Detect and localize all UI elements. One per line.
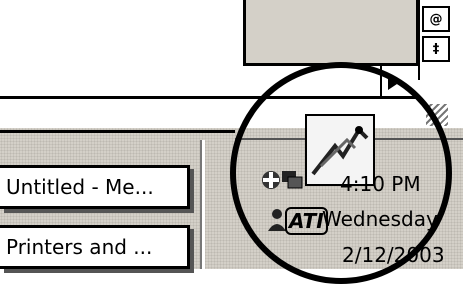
window-panel (243, 0, 419, 63)
taskbar-edge (0, 130, 235, 133)
taskbar-button-printers[interactable]: Printers and ... (0, 225, 190, 269)
side-button-top[interactable]: @ (422, 6, 450, 32)
taskbar-button-notepad[interactable]: Untitled - Me... (0, 165, 190, 209)
highlight-circle (230, 62, 452, 284)
tray-divider (200, 140, 205, 269)
side-button-scroll[interactable]: ‡ (422, 36, 450, 62)
